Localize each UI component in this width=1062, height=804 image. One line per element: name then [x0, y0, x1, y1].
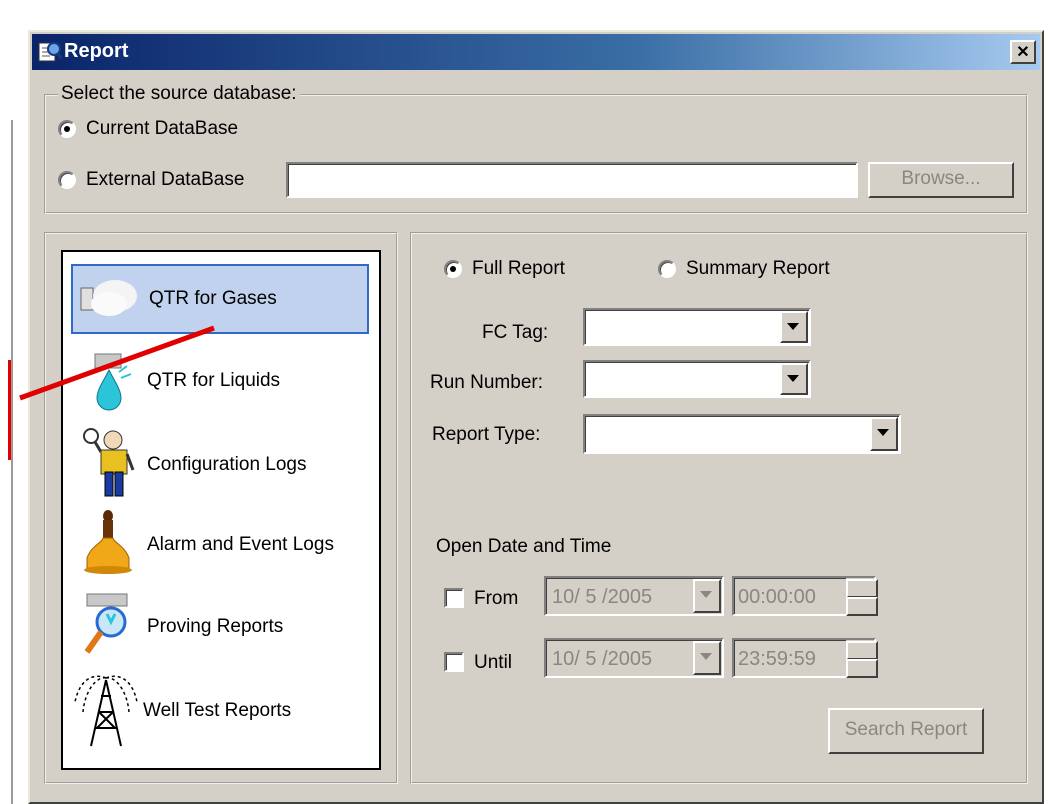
annotation-arrow — [19, 325, 215, 401]
